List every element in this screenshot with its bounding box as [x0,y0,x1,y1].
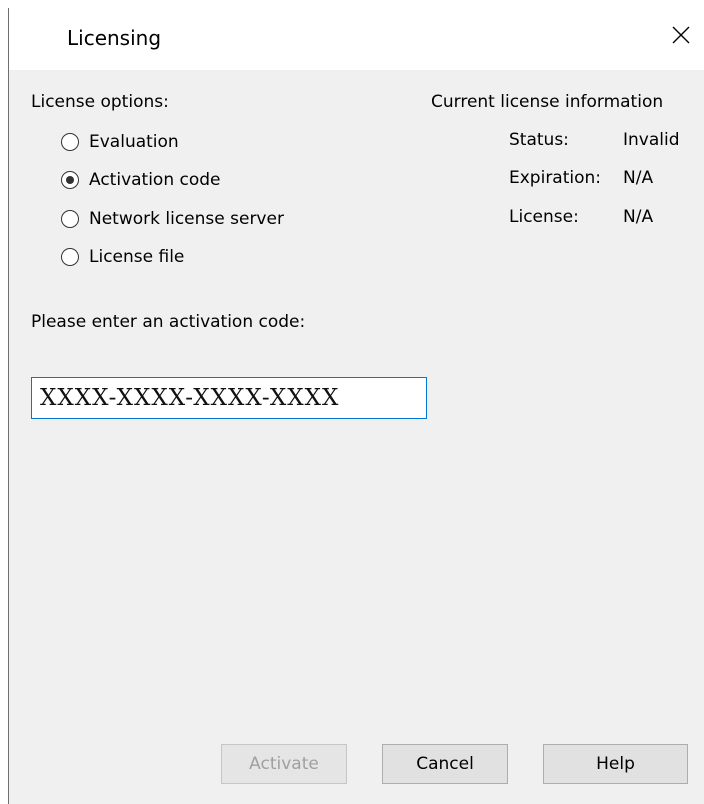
radio-circle-checked [61,171,79,189]
licensing-dialog: Licensing License options: Evaluation Ac… [8,8,704,804]
radio-circle [61,248,79,266]
status-value: Invalid [623,130,680,150]
radio-label: Activation code [89,170,221,190]
close-button[interactable] [658,8,704,62]
window-title: Licensing [67,26,162,50]
cancel-button[interactable]: Cancel [382,744,508,784]
dialog-content: License options: Evaluation Activation c… [9,70,704,804]
activate-button[interactable]: Activate [221,744,347,784]
radio-license-file[interactable]: License file [61,245,184,269]
license-value: N/A [623,207,654,227]
expiration-label: Expiration: [509,168,602,188]
activation-code-input[interactable] [31,377,427,419]
radio-label: Evaluation [89,132,179,152]
radio-circle [61,210,79,228]
license-label: License: [509,207,579,227]
radio-circle [61,133,79,151]
radio-evaluation[interactable]: Evaluation [61,130,179,154]
radio-label: License file [89,247,185,267]
status-label: Status: [509,130,569,150]
radio-network-license-server[interactable]: Network license server [61,207,284,231]
radio-activation-code[interactable]: Activation code [61,168,221,192]
radio-label: Network license server [89,209,284,229]
activation-code-prompt: Please enter an activation code: [31,312,306,332]
current-license-heading: Current license information [431,92,664,112]
title-bar: Licensing [9,8,704,70]
expiration-value: N/A [623,168,654,188]
license-options-heading: License options: [31,92,169,112]
close-icon [672,26,690,44]
help-button[interactable]: Help [543,744,688,784]
